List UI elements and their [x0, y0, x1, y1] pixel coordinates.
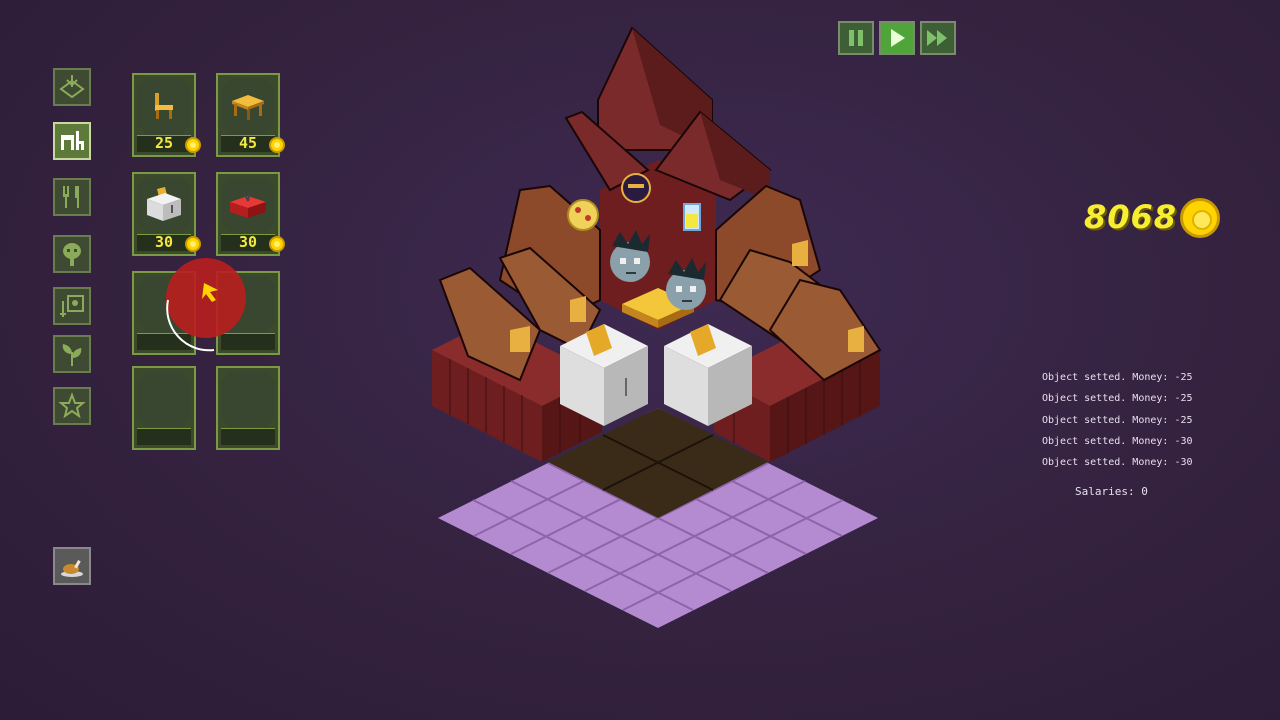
toaster-icon [147, 187, 181, 221]
staff-character-2 [666, 258, 706, 310]
pizza-order-icon [567, 199, 599, 231]
left-wall [432, 320, 602, 462]
play-button[interactable] [879, 21, 915, 55]
right-wall [714, 320, 880, 462]
log-entry: Object setted. Money: -30 [1042, 457, 1193, 469]
roof-back [564, 26, 772, 202]
log-entry: Object setted. Money: -30 [1042, 435, 1193, 447]
log-entry: Object setted. Money: -25 [1042, 372, 1193, 383]
roast-chicken-icon [61, 560, 83, 577]
tab-decoration[interactable] [53, 387, 91, 425]
coin-icon [1180, 198, 1220, 238]
cutlery-icon [63, 186, 79, 208]
roof-right [715, 184, 882, 382]
inner-floor [548, 408, 768, 518]
tab-plants[interactable] [53, 335, 91, 373]
drink-order-icon [683, 203, 701, 231]
salaries-label: Salaries: 0 [1075, 485, 1148, 498]
table-icon [232, 95, 264, 120]
coin-icon [269, 236, 285, 252]
toaster-right [664, 324, 752, 426]
item-price: 45 [238, 134, 257, 152]
grill-icon [230, 191, 266, 218]
staff-face-icon [63, 243, 81, 266]
chair-icon [155, 93, 173, 119]
item-price: 30 [154, 233, 173, 251]
plant-icon [62, 344, 82, 366]
tab-cutlery[interactable] [53, 178, 91, 216]
chef-character [621, 173, 651, 203]
floor-tile-icon [59, 75, 85, 99]
star-icon [58, 392, 86, 419]
item-card-grill[interactable]: 30 [216, 172, 285, 256]
item-card-empty[interactable] [132, 271, 196, 355]
tab-kitchen-equipment[interactable] [53, 287, 91, 325]
log-entry: Object setted. Money: -25 [1042, 393, 1193, 405]
table-in-room [622, 288, 694, 328]
log-entry: Object setted. Money: -25 [1042, 414, 1193, 426]
event-log: Object setted. Money: -25 Object setted.… [1042, 372, 1193, 478]
tab-floor[interactable] [53, 68, 91, 106]
kitchen-equipment-icon [60, 295, 84, 317]
back-wall [600, 160, 716, 330]
furniture-icon [61, 131, 84, 150]
tab-staff[interactable] [53, 235, 91, 273]
item-card-chair[interactable]: 25 [132, 73, 201, 157]
item-card-empty[interactable] [216, 366, 280, 450]
item-price: 25 [154, 134, 173, 152]
tab-menu[interactable] [53, 547, 91, 585]
toaster-left [560, 324, 648, 426]
item-card-empty[interactable] [216, 271, 280, 355]
fast-forward-button[interactable] [920, 21, 956, 55]
tab-furniture[interactable] [53, 122, 91, 160]
item-card-toaster[interactable]: 30 [132, 172, 201, 256]
coin-icon [185, 236, 201, 252]
money-counter: 8068 [1084, 198, 1178, 236]
floor-grid [438, 408, 878, 628]
staff-character-1 [610, 230, 650, 282]
item-card-table[interactable]: 45 [216, 73, 285, 157]
play-icon [891, 29, 905, 47]
pause-icon [849, 30, 863, 46]
item-price: 30 [238, 233, 257, 251]
pause-button[interactable] [838, 21, 874, 55]
coin-icon [185, 137, 201, 153]
roof-left [438, 184, 602, 382]
coin-icon [269, 137, 285, 153]
item-card-empty[interactable] [132, 366, 196, 450]
fast-forward-icon [927, 30, 947, 46]
